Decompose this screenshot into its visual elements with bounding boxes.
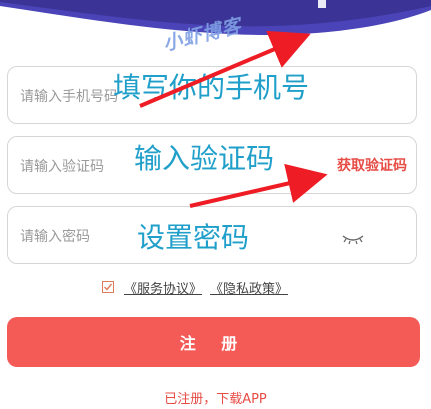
agree-checkbox[interactable]	[102, 281, 114, 293]
annotation-phone: 填写你的手机号	[113, 71, 310, 104]
download-app-link[interactable]: 已注册，下载APP	[0, 388, 431, 407]
annotation-code: 输入验证码	[134, 142, 275, 175]
get-code-button[interactable]: 获取验证码	[337, 155, 407, 175]
service-agreement-link[interactable]: 《服务协议》	[124, 278, 202, 297]
privacy-policy-link[interactable]: 《隐私政策》	[210, 278, 288, 297]
annotation-password: 设置密码	[137, 221, 250, 254]
eye-closed-icon[interactable]	[342, 230, 364, 249]
check-icon	[104, 283, 113, 291]
agreement-row: 《服务协议》 《隐私政策》	[102, 277, 296, 297]
register-button[interactable]: 注 册	[7, 317, 420, 367]
